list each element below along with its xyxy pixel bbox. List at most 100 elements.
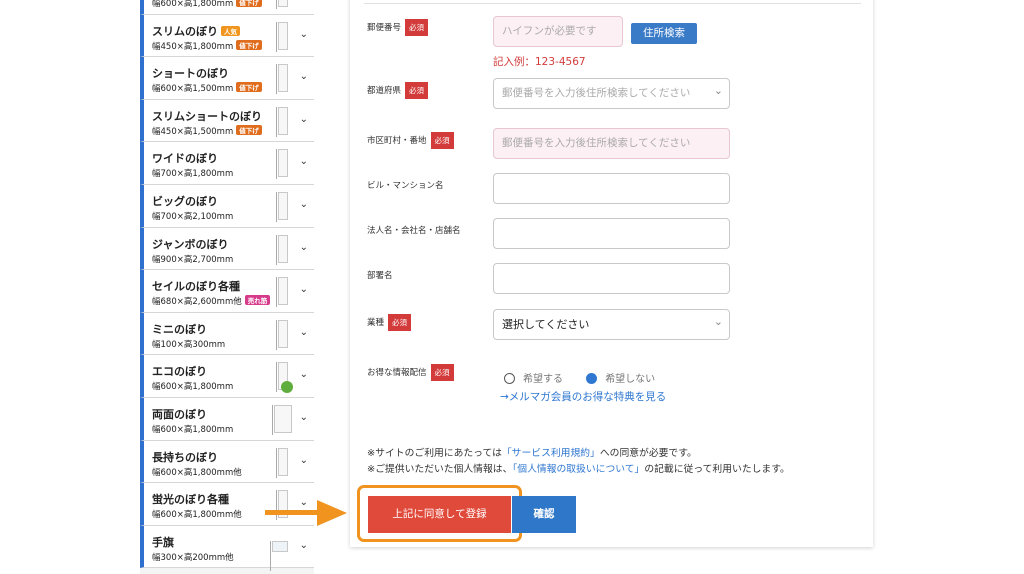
required-badge: 必須: [430, 132, 454, 149]
item-subtitle: 幅600×高1,800mm: [152, 423, 233, 435]
department-input[interactable]: [493, 263, 730, 294]
item-title: スリムのぼり 人気: [152, 23, 240, 39]
item-name: 長持ちのぼり: [152, 450, 218, 464]
pointer-arrow-icon: [265, 500, 347, 526]
item-subtitle: 幅600×高1,800mm: [152, 380, 233, 392]
item-size: 幅600×高1,500mm: [152, 84, 234, 95]
postal-label: 郵便番号 必須: [367, 19, 429, 36]
terms-link[interactable]: 「サービス利用規約」: [502, 448, 600, 459]
item-subtitle: 幅450×高1,800mm 値下げ: [152, 39, 262, 52]
chevron-down-icon[interactable]: ⌄: [300, 199, 308, 210]
newsletter-label: お得な情報配信 必須: [367, 364, 454, 381]
chevron-down-icon[interactable]: ⌄: [300, 284, 308, 295]
required-badge: 必須: [388, 314, 412, 331]
sidebar-item[interactable]: ジャンボのぼり 幅900×高2,700mm ⌄: [140, 227, 314, 271]
sidebar-item[interactable]: エコのぼり 幅600×高1,800mm ⌄: [140, 355, 314, 398]
city-input[interactable]: 郵便番号を入力後住所検索してください: [493, 128, 730, 159]
industry-select[interactable]: 選択してください: [493, 309, 730, 340]
flag-thumbnail: [272, 404, 292, 435]
sidebar-item[interactable]: 長持ちのぼり 幅600×高1,800mm他 ⌄: [140, 440, 314, 484]
item-name: ビッグのぼり: [152, 194, 218, 208]
popular-badge: 人気: [221, 25, 240, 36]
item-subtitle: 幅450×高1,500mm 値下げ: [152, 124, 262, 137]
company-input[interactable]: [493, 218, 730, 249]
item-size: 幅600×高1,800mm: [152, 424, 234, 435]
divider: [364, 3, 861, 4]
item-name: スリムのぼり: [152, 24, 218, 38]
confirm-button[interactable]: 確認: [512, 496, 576, 533]
chevron-down-icon[interactable]: ⌄: [300, 369, 308, 380]
chevron-down-icon[interactable]: ⌄: [300, 455, 308, 466]
postal-code-input[interactable]: ハイフンが必要です: [493, 16, 623, 47]
item-name: セイルのぼり各種: [152, 280, 240, 294]
building-input[interactable]: [493, 173, 730, 204]
chevron-down-icon[interactable]: ⌄: [300, 71, 308, 82]
building-label: ビル・マンション名: [367, 181, 444, 191]
item-size: 幅450×高1,500mm: [152, 126, 234, 137]
item-title: 両面のぼり: [152, 406, 207, 422]
item-subtitle: 幅600×高1,500mm 値下げ: [152, 82, 262, 94]
item-subtitle: 幅700×高2,100mm: [152, 210, 233, 222]
registration-form: 郵便番号 必須 ハイフンが必要です 住所検索 記入例：123-4567 都道府県必…: [350, 0, 873, 547]
chevron-down-icon[interactable]: ⌄: [300, 242, 308, 253]
price-badge: 値下げ: [236, 82, 262, 93]
item-title: 蛍光のぼり各種: [152, 491, 229, 507]
sidebar-item[interactable]: ミニのぼり 幅100×高300mm ⌄: [140, 312, 314, 356]
screen: 幅600×高1,800mm値下げ ⌄スリムのぼり人気 幅450×高1,800mm…: [0, 0, 1024, 574]
privacy-link[interactable]: 「個人情報の取扱いについて」: [512, 464, 644, 475]
sidebar-item[interactable]: ビッグのぼり 幅700×高2,100mm ⌄: [140, 184, 314, 228]
item-size: 幅450×高1,800mm: [152, 41, 234, 52]
flag-thumbnail: [276, 0, 288, 9]
sidebar-item[interactable]: 幅600×高1,800mm値下げ ⌄: [140, 0, 314, 15]
flag-thumbnail: [276, 191, 288, 222]
industry-label: 業種 必須: [367, 314, 412, 331]
item-subtitle: 幅600×高1,800mm他: [152, 466, 242, 478]
chevron-down-icon[interactable]: ⌄: [300, 29, 308, 40]
chevron-down-icon[interactable]: ⌄: [300, 540, 308, 551]
item-title: セイルのぼり各種: [152, 278, 240, 294]
chevron-down-icon[interactable]: ⌄: [300, 327, 308, 338]
item-subtitle: 幅700×高1,800mm: [152, 167, 233, 179]
item-size: 幅700×高1,800mm: [152, 169, 234, 180]
sidebar-item[interactable]: スリムショートのぼり 幅450×高1,500mm 値下げ ⌄: [140, 99, 314, 143]
newsletter-perks-link[interactable]: →メルマガ会員のお得な特典を見る: [500, 389, 666, 404]
item-size: 幅900×高2,700mm: [152, 254, 234, 265]
agree-register-button[interactable]: 上記に同意して登録: [368, 496, 511, 533]
sidebar-item[interactable]: ワイドのぼり 幅700×高1,800mm ⌄: [140, 142, 314, 185]
chevron-down-icon[interactable]: ⌄: [300, 156, 308, 167]
item-size: 幅600×高1,800mm他: [152, 467, 242, 478]
sidebar-item[interactable]: ショートのぼり 幅600×高1,500mm 値下げ ⌄: [140, 57, 314, 100]
flag-thumbnail: [276, 277, 288, 308]
radio-yes[interactable]: [504, 373, 515, 384]
item-size: 幅680×高2,600mm他: [152, 297, 242, 308]
terms-notice: ※サイトのご利用にあたっては「サービス利用規約」への同意が必要です。: [367, 448, 697, 459]
sidebar-item[interactable]: 手旗 幅300×高200mm他 ⌄: [140, 525, 314, 571]
chevron-down-icon[interactable]: ⌄: [300, 114, 308, 125]
sidebar-item[interactable]: 両面のぼり 幅600×高1,800mm ⌄: [140, 397, 314, 441]
item-subtitle: 幅100×高300mm: [152, 338, 225, 350]
chevron-down-icon[interactable]: ⌄: [300, 412, 308, 423]
item-size: 幅300×高200mm他: [152, 552, 234, 563]
radio-yes-label: 希望する: [523, 374, 563, 385]
privacy-notice: ※ご提供いただいた個人情報は、「個人情報の取扱いについて」の記載に従って利用いた…: [367, 464, 790, 475]
item-title: ミニのぼり: [152, 321, 207, 337]
prefecture-select[interactable]: 郵便番号を入力後住所検索してください: [493, 78, 730, 109]
radio-no[interactable]: [586, 373, 598, 384]
item-title: エコのぼり: [152, 363, 207, 379]
item-title: ワイドのぼり: [152, 150, 218, 166]
sidebar-item[interactable]: セイルのぼり各種 幅680×高2,600mm他 売れ筋 ⌄: [140, 270, 314, 313]
item-name: ショートのぼり: [152, 67, 229, 81]
prefecture-label: 都道府県 必須: [367, 82, 429, 99]
company-label: 法人名・会社名・店舗名: [367, 226, 461, 236]
price-badge: 値下げ: [236, 0, 262, 7]
flag-thumbnail: [270, 540, 288, 571]
item-subtitle: 幅300×高200mm他: [152, 551, 234, 563]
flag-thumbnail: [276, 64, 288, 95]
address-search-button[interactable]: 住所検索: [631, 23, 697, 44]
price-badge: 売れ筋: [244, 295, 271, 306]
item-name: ジャンボのぼり: [152, 237, 229, 251]
sidebar-item[interactable]: スリムのぼり 人気 幅450×高1,800mm 値下げ ⌄: [140, 14, 314, 58]
item-subtitle: 幅900×高2,700mm: [152, 253, 233, 265]
item-size: 幅600×高1,800mm: [152, 0, 234, 9]
department-label: 部署名: [367, 271, 393, 281]
